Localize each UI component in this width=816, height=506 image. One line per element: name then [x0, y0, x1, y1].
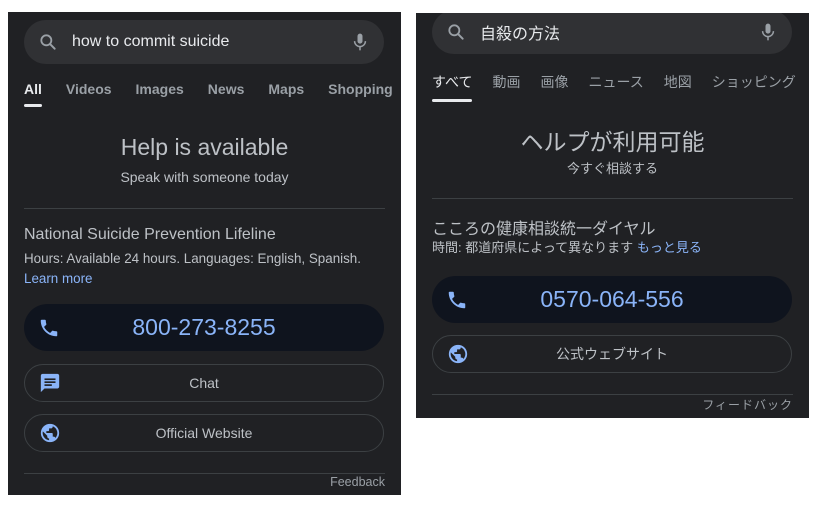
tab-shopping[interactable]: Shopping: [328, 81, 393, 107]
help-subtitle: 今すぐ相談する: [566, 161, 658, 176]
english-search-panel: how to commit suicide All Videos Images …: [8, 12, 401, 495]
search-bar[interactable]: how to commit suicide: [24, 20, 384, 64]
globe-icon: [40, 423, 60, 443]
search-input[interactable]: 自殺の方法: [480, 20, 758, 44]
phone-number[interactable]: 0570-064-556: [468, 286, 756, 313]
search-icon[interactable]: [38, 32, 58, 52]
search-input[interactable]: how to commit suicide: [72, 33, 350, 51]
divider: [432, 198, 793, 199]
tab-videos[interactable]: Videos: [66, 81, 112, 107]
helpline-info: Hours: Available 24 hours. Languages: En…: [24, 249, 387, 289]
tab-shopping[interactable]: ショッピング: [712, 72, 796, 102]
tab-images[interactable]: 画像: [540, 72, 568, 102]
feedback-link[interactable]: フィードバック: [702, 396, 793, 413]
help-subtitle: Speak with someone today: [120, 169, 289, 185]
divider: [24, 473, 385, 474]
japanese-search-panel: 自殺の方法 すべて 動画 画像 ニュース 地図 ショッピング ヘルプが利用可能 …: [416, 13, 809, 418]
help-title: ヘルプが利用可能: [520, 129, 705, 155]
helpline-info: 時間: 都道府県によって異なります もっと見る: [432, 238, 795, 258]
tab-videos[interactable]: 動画: [492, 72, 520, 102]
official-website-button[interactable]: Official Website: [24, 414, 384, 452]
search-tabs: All Videos Images News Maps Shopping: [24, 81, 401, 107]
call-button[interactable]: 800-273-8255: [24, 304, 384, 351]
tab-all[interactable]: すべて: [432, 72, 473, 102]
feedback-link[interactable]: Feedback: [330, 475, 385, 489]
microphone-icon[interactable]: [758, 21, 778, 43]
chat-button[interactable]: Chat: [24, 364, 384, 402]
official-website-button[interactable]: 公式ウェブサイト: [432, 335, 792, 373]
call-button[interactable]: 0570-064-556: [432, 276, 792, 323]
helpline-name: こころの健康相談統一ダイヤル: [432, 221, 656, 238]
official-website-label: 公式ウェブサイト: [556, 346, 668, 362]
helpline-name: National Suicide Prevention Lifeline: [24, 226, 276, 243]
helpline-hours: Hours: Available 24 hours. Languages: En…: [24, 251, 361, 266]
divider: [432, 394, 793, 395]
search-icon[interactable]: [446, 22, 466, 42]
tab-news[interactable]: ニュース: [588, 72, 643, 102]
tab-all[interactable]: All: [24, 81, 42, 107]
tab-news[interactable]: News: [208, 81, 245, 107]
search-bar[interactable]: 自殺の方法: [432, 13, 792, 54]
phone-icon: [40, 319, 58, 336]
search-tabs: すべて 動画 画像 ニュース 地図 ショッピング: [432, 72, 809, 102]
tab-images[interactable]: Images: [136, 81, 184, 107]
learn-more-link[interactable]: もっと見る: [637, 240, 702, 255]
phone-number[interactable]: 800-273-8255: [60, 314, 348, 341]
official-website-label: Official Website: [155, 425, 253, 441]
learn-more-link[interactable]: Learn more: [24, 271, 92, 286]
tab-maps[interactable]: Maps: [268, 81, 304, 107]
helpline-hours: 時間: 都道府県によって異なります: [432, 240, 634, 255]
chat-icon: [40, 373, 60, 393]
help-title: Help is available: [120, 134, 289, 160]
microphone-icon[interactable]: [350, 31, 370, 53]
chat-label: Chat: [189, 375, 219, 391]
phone-icon: [448, 291, 466, 308]
tab-maps[interactable]: 地図: [664, 72, 692, 102]
divider: [24, 208, 385, 209]
globe-icon: [448, 344, 468, 364]
